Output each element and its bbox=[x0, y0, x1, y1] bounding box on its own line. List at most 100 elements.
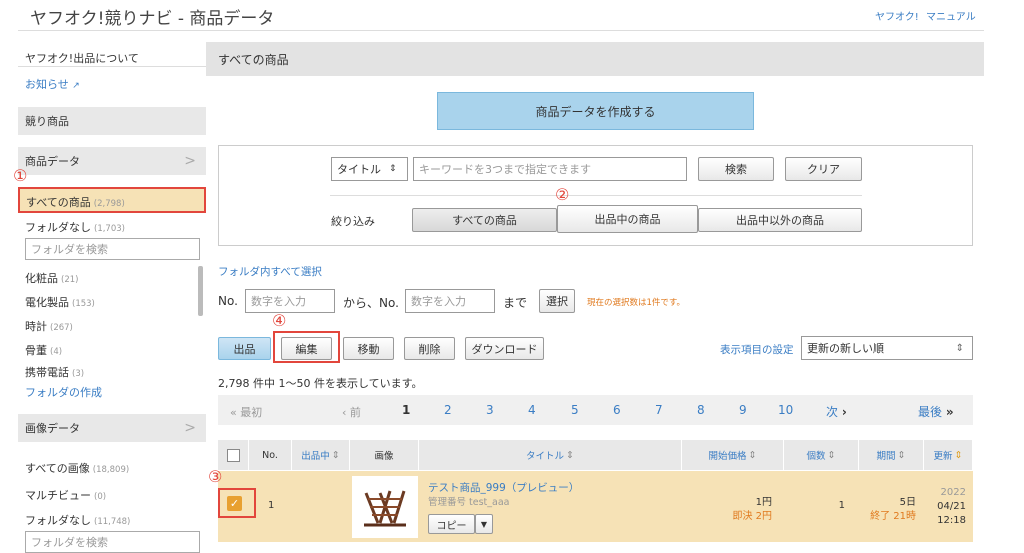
page-link[interactable]: 5 bbox=[571, 403, 579, 417]
col-label: 更新 bbox=[933, 451, 953, 462]
col-no: No. bbox=[249, 440, 292, 470]
all-products-label: すべての商品 bbox=[26, 196, 91, 209]
divider bbox=[330, 195, 862, 196]
move-button[interactable]: 移動 bbox=[343, 337, 394, 360]
check-icon: ✓ bbox=[229, 497, 240, 510]
create-product-data-button[interactable]: 商品データを作成する bbox=[437, 92, 754, 130]
pagination-prev[interactable]: ‹ 前 bbox=[342, 404, 361, 420]
period: 5日 bbox=[899, 497, 916, 508]
clear-button[interactable]: クリア bbox=[785, 157, 862, 181]
filter-listed-products[interactable]: 出品中の商品 bbox=[557, 205, 698, 233]
col-listed[interactable]: 出品中 ⇕ bbox=[292, 440, 350, 470]
row-checkbox[interactable]: ✓ bbox=[227, 496, 242, 511]
page-link[interactable]: 2 bbox=[444, 403, 452, 417]
page-link[interactable]: 6 bbox=[613, 403, 621, 417]
folder-label: 時計 bbox=[25, 320, 47, 333]
select-all-in-folder-link[interactable]: フォルダ内すべて選択 bbox=[218, 264, 322, 279]
page-link[interactable]: 9 bbox=[739, 403, 747, 417]
image-no-folder-label: フォルダなし bbox=[25, 514, 91, 527]
yahoo-auction-link[interactable]: ヤフオク! bbox=[875, 8, 919, 23]
col-period[interactable]: 期間 ⇕ bbox=[859, 440, 924, 470]
search-field-select[interactable]: タイトル ⇕ bbox=[331, 157, 408, 181]
double-chevron-right-icon: » bbox=[945, 405, 954, 419]
sidebar-item-all-images[interactable]: すべての画像 (18,809) bbox=[25, 460, 129, 476]
edit-button[interactable]: 編集 bbox=[281, 337, 332, 360]
create-folder-link[interactable]: フォルダの作成 bbox=[25, 384, 102, 400]
sidebar-scrollbar[interactable] bbox=[198, 266, 203, 316]
header-divider bbox=[18, 30, 984, 31]
annotation-2: ② bbox=[555, 185, 570, 204]
sidebar-item-image-no-folder[interactable]: フォルダなし (11,748) bbox=[25, 512, 130, 528]
copy-dropdown-toggle[interactable]: ▼ bbox=[475, 514, 493, 534]
folder-search-input[interactable]: フォルダを検索 bbox=[25, 238, 200, 260]
page-link[interactable]: 7 bbox=[655, 403, 663, 417]
download-button[interactable]: ダウンロード bbox=[465, 337, 544, 360]
copy-split-button[interactable]: コピー ▼ bbox=[428, 514, 493, 534]
annotation-4: ④ bbox=[272, 311, 287, 330]
page-link[interactable]: 4 bbox=[528, 403, 536, 417]
auction-section-label: 競り商品 bbox=[25, 115, 69, 128]
double-chevron-left-icon: « bbox=[230, 406, 237, 419]
manual-link[interactable]: マニュアル bbox=[926, 8, 976, 23]
search-button[interactable]: 検索 bbox=[698, 157, 774, 181]
copy-button[interactable]: コピー bbox=[428, 514, 475, 534]
image-folder-search-input[interactable]: フォルダを検索 bbox=[25, 531, 200, 553]
range-no-label: No. bbox=[218, 294, 238, 308]
col-title[interactable]: タイトル ⇕ bbox=[419, 440, 682, 470]
product-title-link[interactable]: テスト商品_999（プレビュー） bbox=[428, 480, 579, 495]
folder-count: (21) bbox=[61, 275, 79, 285]
sidebar-folder-item[interactable]: 電化製品 (153) bbox=[25, 294, 95, 310]
folder-count: (4) bbox=[50, 347, 63, 357]
col-image: 画像 bbox=[350, 440, 419, 470]
page-link[interactable]: 10 bbox=[778, 403, 793, 417]
sort-icon: ⇕ bbox=[897, 449, 906, 461]
sidebar-folder-item[interactable]: 化粧品 (21) bbox=[25, 270, 78, 286]
display-settings-link[interactable]: 表示項目の設定 bbox=[720, 342, 794, 357]
page-link[interactable]: 8 bbox=[697, 403, 705, 417]
pagination-last[interactable]: 最後 » bbox=[918, 403, 954, 420]
select-all-checkbox[interactable] bbox=[226, 448, 240, 462]
folder-label: 骨董 bbox=[25, 344, 47, 357]
sidebar-item-no-folder[interactable]: フォルダなし (1,703) bbox=[25, 219, 125, 235]
updown-icon: ⇕ bbox=[955, 342, 964, 354]
image-data-section[interactable]: 画像データ > bbox=[18, 414, 206, 442]
sort-icon: ⇕ bbox=[954, 449, 963, 461]
product-data-label: 商品データ bbox=[25, 155, 80, 168]
range-from-input[interactable]: 数字を入力 bbox=[245, 289, 335, 313]
page-1[interactable]: 1 bbox=[402, 403, 410, 417]
updated-date: 04/21 bbox=[937, 501, 966, 512]
news-label: お知らせ bbox=[25, 78, 69, 91]
filter-unlisted-products[interactable]: 出品中以外の商品 bbox=[698, 208, 862, 232]
col-quantity[interactable]: 個数 ⇕ bbox=[784, 440, 859, 470]
sidebar-item-all-products[interactable]: すべての商品 (2,798) bbox=[18, 187, 206, 213]
sort-select[interactable]: 更新の新しい順 ⇕ bbox=[801, 336, 973, 360]
col-label: 出品中 bbox=[301, 451, 330, 462]
pagination-next[interactable]: 次 › bbox=[826, 403, 847, 420]
pagination-first[interactable]: « 最初 bbox=[230, 404, 262, 420]
list-button[interactable]: 出品 bbox=[218, 337, 271, 360]
range-select-button[interactable]: 選択 bbox=[539, 289, 575, 313]
sidebar-folder-item[interactable]: 携帯電話 (3) bbox=[25, 364, 84, 380]
range-to-input[interactable]: 数字を入力 bbox=[405, 289, 495, 313]
annotation-1: ① bbox=[13, 166, 28, 185]
col-label: 個数 bbox=[806, 451, 826, 462]
sidebar-folder-item[interactable]: 骨董 (4) bbox=[25, 342, 62, 358]
filter-all-products[interactable]: すべての商品 bbox=[412, 208, 557, 232]
management-number: 管理番号 test_aaa bbox=[428, 497, 510, 508]
sidebar-about-link[interactable]: ヤフオク!出品について bbox=[25, 50, 139, 66]
search-input[interactable]: キーワードを3つまで指定できます bbox=[413, 157, 687, 181]
sidebar-news-link[interactable]: お知らせ ↗ bbox=[25, 76, 80, 92]
first-label: 最初 bbox=[240, 406, 263, 419]
product-data-section[interactable]: 商品データ > bbox=[18, 147, 206, 175]
product-thumbnail[interactable] bbox=[352, 476, 418, 538]
delete-button[interactable]: 削除 bbox=[404, 337, 455, 360]
sidebar-item-multi-view[interactable]: マルチビュー (0) bbox=[25, 487, 106, 503]
annotation-3: ③ bbox=[208, 467, 223, 486]
table-row[interactable]: ✓ 1 テスト商品_999（プレビュー） 管理番号 test_aaa コピー ▼… bbox=[218, 471, 973, 542]
sidebar-folder-item[interactable]: 時計 (267) bbox=[25, 318, 73, 334]
chevron-right-icon: > bbox=[184, 153, 196, 169]
col-updated[interactable]: 更新 ⇕ bbox=[924, 440, 973, 470]
folder-label: 化粧品 bbox=[25, 272, 58, 285]
col-start-price[interactable]: 開始価格 ⇕ bbox=[682, 440, 784, 470]
page-link[interactable]: 3 bbox=[486, 403, 494, 417]
